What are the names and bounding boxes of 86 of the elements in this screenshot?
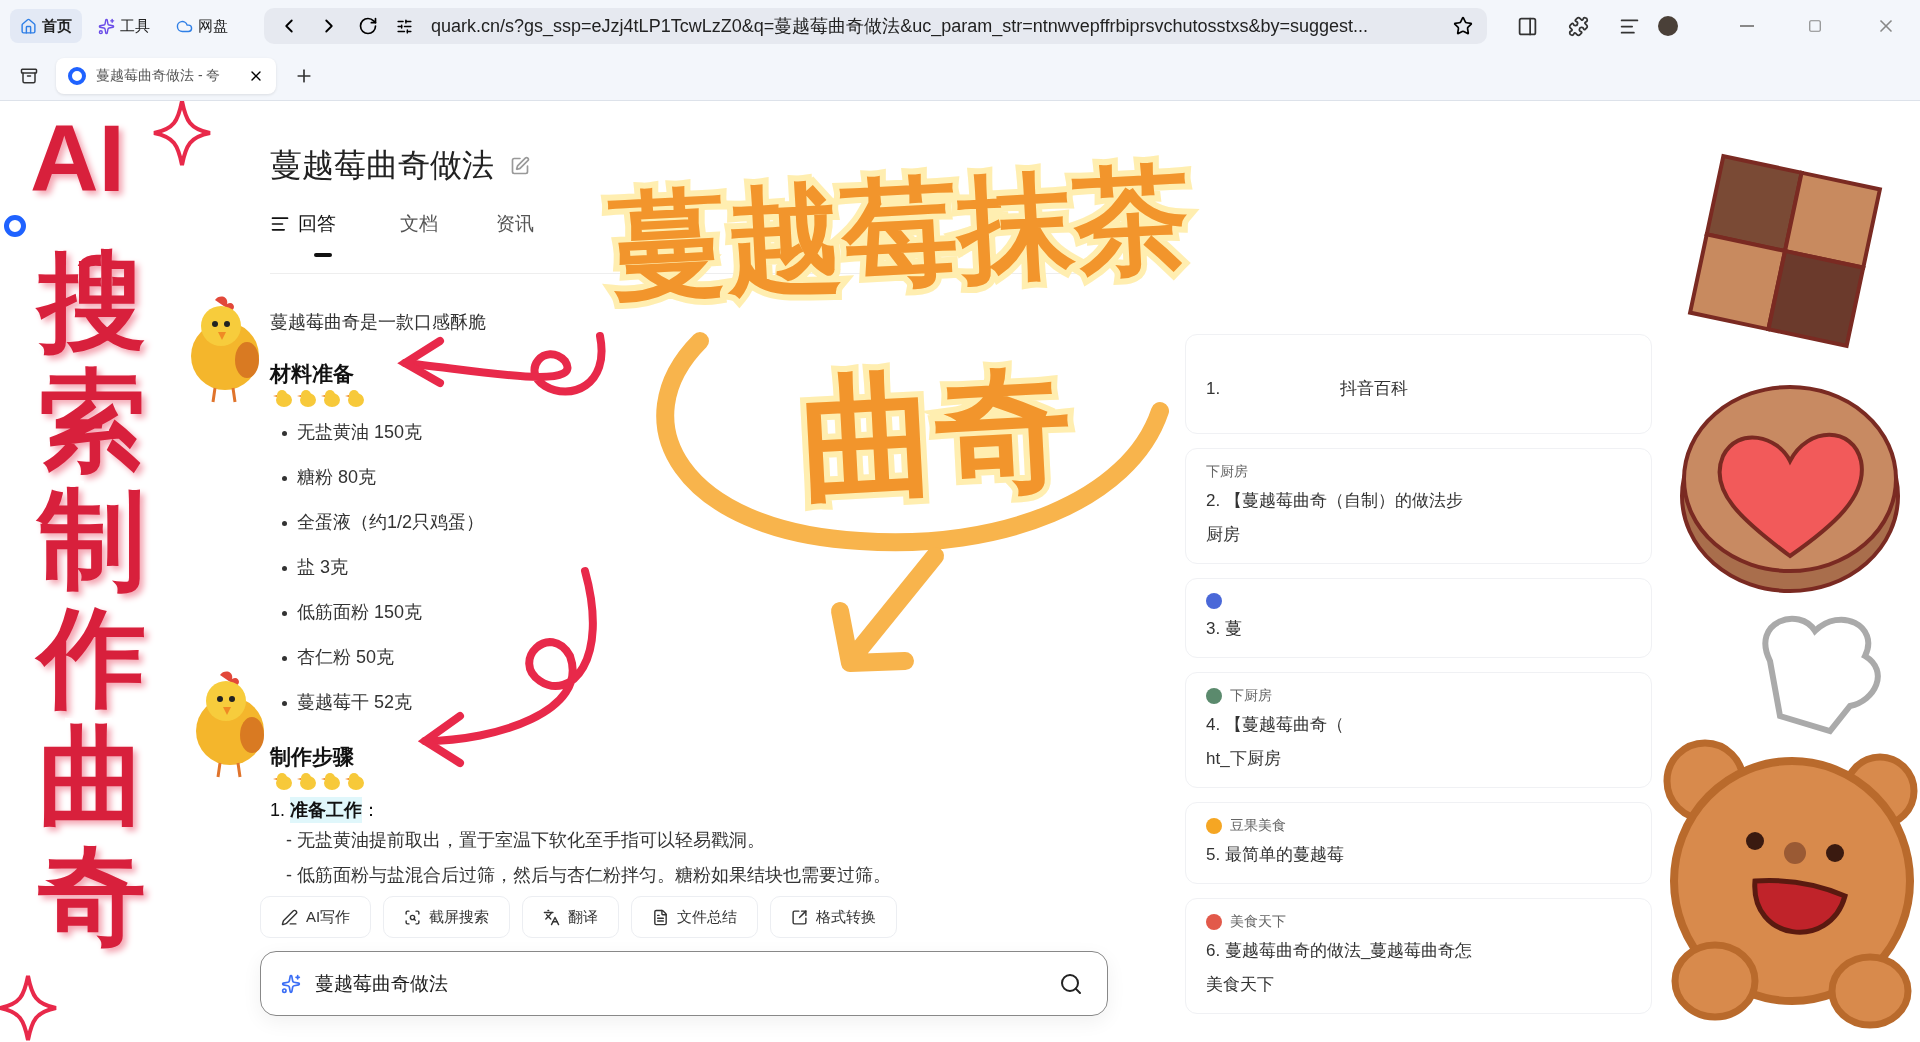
step-text: - 无盐黄油提前取出，置于室温下软化至手指可以轻易戳洞。 <box>285 829 766 852</box>
sparkle-icon <box>281 973 301 994</box>
quark-logo-icon <box>68 67 86 85</box>
bullet-icon <box>282 476 287 481</box>
section-heading: 制作步骤 <box>270 744 355 770</box>
answer-tab[interactable]: 回答 <box>270 209 336 273</box>
sparkle-icon <box>0 974 58 1042</box>
star-icon[interactable] <box>1453 16 1473 36</box>
translate-icon <box>543 908 561 926</box>
minimize-icon <box>1740 25 1754 27</box>
source-title: 3. 蔓 <box>1206 618 1242 640</box>
browser-tab[interactable]: 蔓越莓曲奇做法 - 夸 <box>56 58 276 94</box>
avatar[interactable] <box>1658 16 1678 36</box>
puzzle-icon <box>1568 15 1589 37</box>
source-card[interactable]: 3. 蔓 <box>1185 578 1652 658</box>
source-title: 2. 【蔓越莓曲奇（自制）的做法步 <box>1206 490 1463 512</box>
source-card[interactable]: 下厨房 4. 【蔓越莓曲奇（ ht_下厨房 <box>1185 672 1652 788</box>
document-icon <box>652 908 670 926</box>
nav-tab[interactable]: 首页 <box>10 9 82 43</box>
tab-list-icon <box>20 67 38 85</box>
url-text: quark.cn/s?gs_ssp=eJzj4tLP1TcwLzZ0&q=蔓越莓曲奇做法&uc_param_str=ntnwvepffrbiprsvchutosstxs&by=suggest... <box>431 15 1370 38</box>
source-title: 6. 蔓越莓曲奇的做法_蔓越莓曲奇怎 <box>1206 940 1473 962</box>
source-title: 抖音百科 <box>1340 378 1409 400</box>
tool-button[interactable]: 截屏搜索 <box>383 896 511 938</box>
step-text: - 低筋面粉与盐混合后过筛，然后与杏仁粉拌匀。糖粉如果结块也需要过筛。 <box>285 864 892 886</box>
bullet-icon <box>282 701 287 706</box>
tool-button[interactable]: AI写作 <box>260 896 372 938</box>
source-name: 下厨房 <box>1206 463 1248 481</box>
source-title: 4. 【蔓越莓曲奇（ <box>1206 714 1344 736</box>
site-settings-icon[interactable] <box>396 17 413 35</box>
step-number: 1. <box>270 799 286 822</box>
answer-tab[interactable]: 文档 <box>400 209 438 273</box>
ingredient-text: 杏仁粉 50克 <box>297 646 395 669</box>
edit-icon[interactable] <box>510 156 530 176</box>
source-name: 美食天下 <box>1230 913 1286 931</box>
ingredient-text: 低筋面粉 150克 <box>297 601 423 624</box>
search-bar[interactable]: 蔓越莓曲奇做法 <box>260 951 1108 1016</box>
source-name: 下厨房 <box>1230 687 1272 705</box>
section-heading: 材料准备 <box>270 361 355 387</box>
bullet-icon <box>282 656 287 661</box>
source-card[interactable]: 美食天下 6. 蔓越莓曲奇的做法_蔓越莓曲奇怎 美食天下 <box>1185 898 1652 1014</box>
ingredient-text: 无盐黄油 150克 <box>297 421 423 444</box>
export-icon <box>791 908 809 926</box>
step-title: 准备工作 <box>290 797 363 823</box>
answer-title: 蔓越莓曲奇做法 <box>270 146 494 185</box>
tool-button[interactable]: 翻译 <box>522 896 620 938</box>
sparkle-icon <box>98 17 115 35</box>
list-icon <box>270 214 290 234</box>
source-title: 1. <box>1206 378 1221 400</box>
address-bar[interactable]: quark.cn/s?gs_ssp=eJzj4tLP1TcwLzZ0&q=蔓越莓曲奇做法&uc_param_str=ntnwvepffrbiprsvchutosstxs&by=suggest... <box>264 8 1487 44</box>
source-card[interactable]: 豆果美食 5. 最简单的蔓越莓 <box>1185 802 1652 884</box>
pen-icon <box>281 908 298 926</box>
sticker-title: 曲奇 <box>796 356 1076 513</box>
source-title: 美食天下 <box>1206 974 1275 996</box>
sidebar-icon <box>1517 15 1538 37</box>
nav-tab[interactable]: 网盘 <box>166 9 238 43</box>
ingredient-text: 蔓越莓干 52克 <box>297 691 413 714</box>
step-colon: ： <box>362 799 381 822</box>
scan-icon <box>404 908 422 926</box>
ingredient-text: 全蛋液（约1/2只鸡蛋） <box>297 511 485 534</box>
bullet-icon <box>282 566 287 571</box>
tab-title: 蔓越莓曲奇做法 - 夸 <box>96 67 222 85</box>
bullet-icon <box>282 431 287 436</box>
search-input[interactable]: 蔓越莓曲奇做法 <box>313 971 1047 996</box>
home-icon <box>20 17 37 35</box>
nav-tab[interactable]: 工具 <box>88 9 160 43</box>
search-icon[interactable] <box>1059 971 1083 996</box>
sticker-title: 蔓越莓抹茶 <box>607 157 1193 310</box>
bullet-icon <box>282 611 287 616</box>
source-card[interactable]: 1. 抖音百科 <box>1185 334 1652 434</box>
source-title: 厨房 <box>1206 524 1241 546</box>
intro-text: 蔓越莓曲奇是一款口感酥脆 <box>270 311 487 334</box>
ingredient-text: 盐 3克 <box>297 556 348 579</box>
source-card[interactable]: 下厨房 2. 【蔓越莓曲奇（自制）的做法步 厨房 <box>1185 448 1652 564</box>
answer-tab[interactable]: 资讯 <box>496 209 534 273</box>
quark-logo-icon <box>4 215 26 237</box>
tool-button[interactable]: 文件总结 <box>631 896 759 938</box>
restore-icon <box>1808 19 1822 33</box>
reload-icon[interactable] <box>358 16 378 36</box>
tool-button[interactable]: 格式转换 <box>770 896 898 938</box>
ingredient-text: 糖粉 80克 <box>297 466 377 489</box>
source-title: ht_下厨房 <box>1206 748 1282 770</box>
source-name: 豆果美食 <box>1230 817 1286 835</box>
source-title: 5. 最简单的蔓越莓 <box>1206 844 1344 866</box>
side-title: AI <box>30 106 125 211</box>
bullet-icon <box>282 521 287 526</box>
